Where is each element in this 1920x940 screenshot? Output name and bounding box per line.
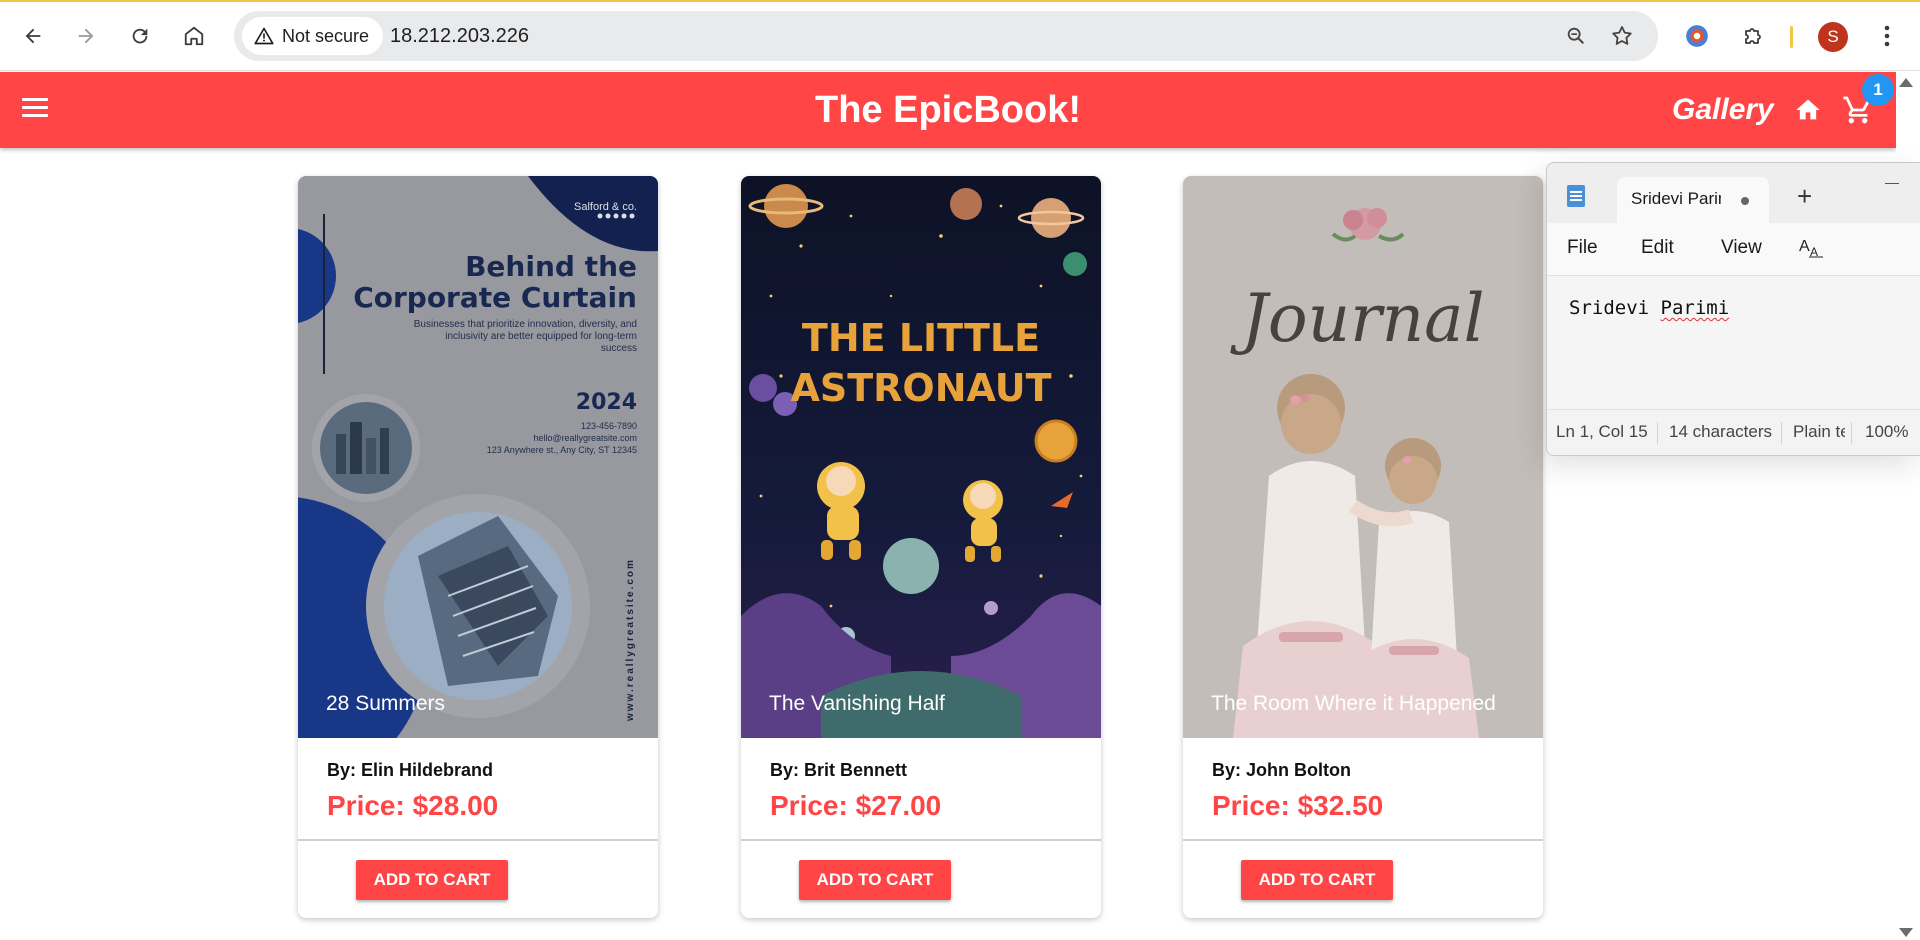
unsaved-dot-icon[interactable] bbox=[1741, 197, 1749, 205]
security-label: Not secure bbox=[282, 25, 370, 46]
book-price: Price: $27.00 bbox=[770, 790, 942, 821]
text-format-icon[interactable]: AA bbox=[1799, 235, 1825, 265]
card-divider bbox=[1183, 839, 1543, 841]
book-author: By: Brit Bennett bbox=[770, 760, 908, 780]
book-author: By: Elin Hildebrand bbox=[327, 760, 494, 780]
home-browser-icon[interactable] bbox=[174, 16, 214, 56]
scroll-down-arrow[interactable] bbox=[1899, 928, 1913, 937]
site-header: The EpicBook! Gallery bbox=[0, 72, 1896, 148]
url-text[interactable]: 18.212.203.226 bbox=[390, 11, 529, 61]
notepad-tab-label: Sridevi Parimi bbox=[1631, 189, 1721, 208]
address-bar[interactable]: Not secure 18.212.203.226 bbox=[234, 11, 1658, 61]
cart-count-badge: 1 bbox=[1862, 74, 1894, 106]
new-tab-icon[interactable]: + bbox=[1797, 181, 1812, 212]
back-icon[interactable] bbox=[13, 16, 53, 56]
book-price: Price: $28.00 bbox=[327, 790, 499, 821]
book-cover-image[interactable]: Salford & co. Behind the Corporate Curta… bbox=[298, 176, 658, 738]
status-separator bbox=[1781, 422, 1782, 444]
notepad-titlebar[interactable]: Sridevi Parimi + bbox=[1547, 163, 1920, 223]
book-title: The Room Where it Happened bbox=[1211, 692, 1496, 715]
reload-icon[interactable] bbox=[120, 16, 160, 56]
security-chip[interactable]: Not secure bbox=[242, 17, 384, 55]
gallery-link[interactable]: Gallery bbox=[1672, 72, 1774, 148]
book-card: THE LITTLE ASTRONAUT The Vanishing Half … bbox=[741, 176, 1101, 918]
extensions-puzzle-icon[interactable] bbox=[1733, 16, 1773, 56]
browser-menu-icon[interactable] bbox=[1867, 16, 1907, 56]
card-divider bbox=[298, 839, 658, 841]
status-separator bbox=[1657, 422, 1658, 444]
forward-icon[interactable] bbox=[66, 16, 106, 56]
menu-view[interactable]: View bbox=[1721, 237, 1762, 259]
book-cover-image[interactable]: THE LITTLE ASTRONAUT bbox=[741, 176, 1101, 738]
home-icon[interactable] bbox=[1794, 96, 1822, 124]
book-card: Salford & co. Behind the Corporate Curta… bbox=[298, 176, 658, 918]
warning-icon bbox=[254, 27, 274, 45]
content-second-word: Parimi bbox=[1660, 297, 1730, 319]
svg-text:A: A bbox=[1799, 238, 1810, 255]
book-cover-image[interactable]: Journal bbox=[1183, 176, 1543, 738]
add-to-cart-button[interactable]: ADD TO CART bbox=[799, 860, 951, 900]
cover-heading: Journal bbox=[1229, 280, 1484, 357]
content-first-word: Sridevi bbox=[1569, 297, 1650, 319]
status-characters: 14 characters bbox=[1669, 422, 1772, 441]
card-divider bbox=[741, 839, 1101, 841]
notepad-tab[interactable]: Sridevi Parimi bbox=[1617, 177, 1769, 223]
notepad-statusbar: Ln 1, Col 15 14 characters Plain text 10… bbox=[1547, 409, 1920, 455]
cover-heading-2: ASTRONAUT bbox=[790, 366, 1051, 410]
add-to-cart-button[interactable]: ADD TO CART bbox=[1241, 860, 1393, 900]
browser-toolbar: Not secure 18.212.203.226 S bbox=[0, 2, 1920, 71]
notepad-app-icon bbox=[1567, 185, 1585, 207]
notepad-content[interactable]: Sridevi Parimi bbox=[1569, 297, 1729, 319]
status-position: Ln 1, Col 15 bbox=[1556, 422, 1648, 441]
book-title: The Vanishing Half bbox=[769, 692, 945, 715]
book-price: Price: $32.50 bbox=[1212, 790, 1384, 821]
site-title: The EpicBook! bbox=[814, 89, 1082, 131]
profile-avatar[interactable]: S bbox=[1818, 22, 1848, 52]
bookmark-star-icon[interactable] bbox=[1606, 20, 1638, 52]
zoom-icon[interactable] bbox=[1560, 20, 1592, 52]
menu-file[interactable]: File bbox=[1567, 237, 1598, 259]
extension-logo-icon[interactable] bbox=[1677, 16, 1717, 56]
notepad-menubar: File Edit View AA bbox=[1547, 223, 1920, 276]
notepad-window[interactable]: Sridevi Parimi + File Edit View AA Sride… bbox=[1546, 162, 1920, 456]
minimize-icon[interactable] bbox=[1885, 183, 1899, 184]
menu-edit[interactable]: Edit bbox=[1641, 237, 1674, 259]
status-separator bbox=[1851, 422, 1852, 444]
toolbar-separator bbox=[1790, 26, 1793, 48]
status-format[interactable]: Plain text bbox=[1793, 422, 1845, 442]
status-zoom[interactable]: 100% bbox=[1865, 422, 1917, 442]
cover-heading-1: THE LITTLE bbox=[802, 316, 1040, 360]
book-card: Journal The Room Where it Happened By: J… bbox=[1183, 176, 1543, 918]
scroll-up-arrow[interactable] bbox=[1899, 78, 1913, 87]
book-author: By: John Bolton bbox=[1212, 760, 1351, 780]
book-title: 28 Summers bbox=[326, 692, 446, 715]
add-to-cart-button[interactable]: ADD TO CART bbox=[356, 860, 508, 900]
